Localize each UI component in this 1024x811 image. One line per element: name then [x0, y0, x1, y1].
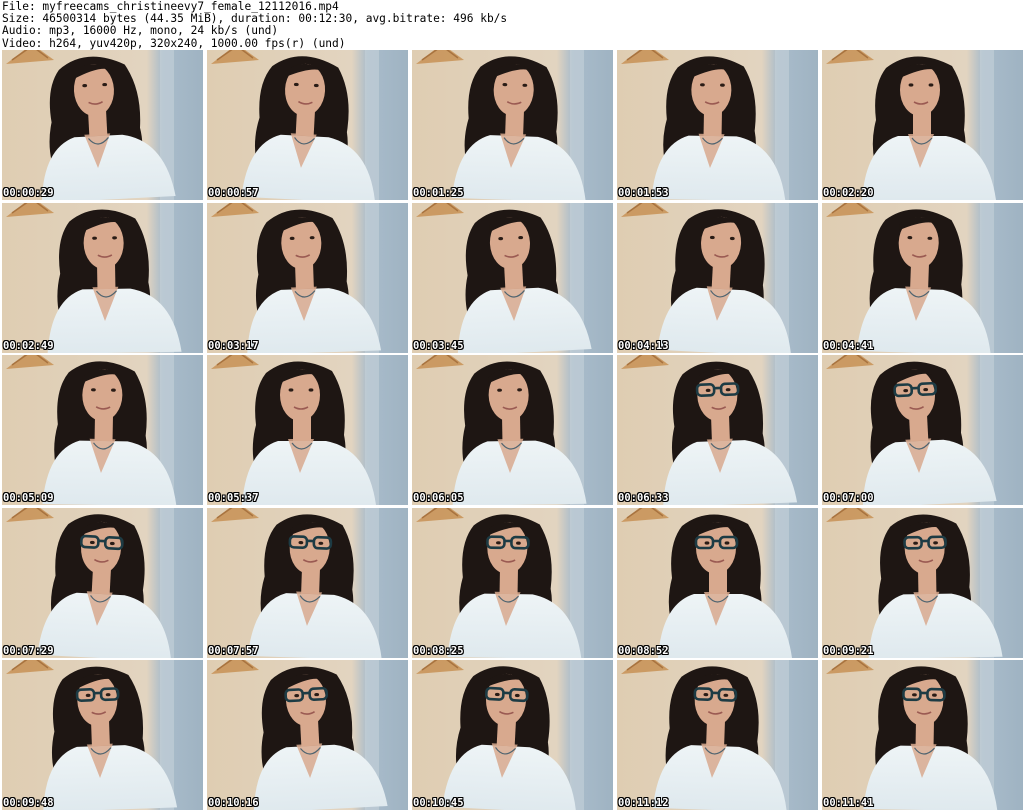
video-thumbnail: 00:09:48 — [2, 660, 203, 810]
video-frame-image — [2, 507, 203, 658]
video-thumbnail: 00:10:16 — [207, 660, 408, 810]
timestamp-label: 00:07:00 — [823, 492, 874, 504]
video-frame-image — [412, 50, 613, 200]
timestamp-label: 00:02:20 — [823, 187, 874, 199]
video-frame-image — [2, 50, 203, 200]
info-header: File: myfreecams_christineevy7_female_12… — [2, 0, 1022, 50]
video-thumbnail: 00:02:49 — [2, 202, 203, 353]
video-frame-image — [822, 355, 1023, 505]
video-thumbnail: 00:09:21 — [822, 507, 1023, 658]
timestamp-label: 00:05:09 — [3, 492, 54, 504]
timestamp-label: 00:00:57 — [208, 187, 259, 199]
video-frame-image — [822, 660, 1023, 810]
timestamp-label: 00:10:45 — [413, 797, 464, 809]
video-frame-image — [617, 660, 818, 810]
timestamp-label: 00:03:45 — [413, 339, 464, 352]
video-thumbnail: 00:00:29 — [2, 50, 203, 200]
thumbnail-grid: 00:00:29 00:00:57 00:01:25 00:01:53 00:0… — [2, 50, 1023, 810]
timestamp-label: 00:06:05 — [413, 492, 464, 504]
video-frame-image — [822, 50, 1023, 200]
timestamp-label: 00:11:12 — [618, 797, 669, 809]
video-frame-image — [617, 50, 818, 200]
video-thumbnail: 00:05:09 — [2, 355, 203, 505]
video-frame-image — [412, 507, 613, 658]
video-frame-image — [822, 507, 1023, 658]
video-frame-image — [207, 355, 408, 505]
video-frame-image — [2, 355, 203, 505]
video-frame-image — [2, 202, 203, 353]
video-thumbnail: 00:07:00 — [822, 355, 1023, 505]
video-thumbnail: 00:05:37 — [207, 355, 408, 505]
video-thumbnail: 00:02:20 — [822, 50, 1023, 200]
video-thumbnail: 00:08:52 — [617, 507, 818, 658]
timestamp-label: 00:09:48 — [3, 797, 54, 809]
video-frame-image — [207, 202, 408, 353]
video-info-line: Video: h264, yuv420p, 320x240, 1000.00 f… — [2, 36, 346, 50]
timestamp-label: 00:00:29 — [3, 187, 54, 199]
video-frame-image — [2, 660, 203, 810]
timestamp-label: 00:05:37 — [208, 492, 259, 504]
video-frame-image — [412, 355, 613, 505]
video-thumbnail: 00:11:41 — [822, 660, 1023, 810]
timestamp-label: 00:07:57 — [208, 644, 259, 657]
video-frame-image — [412, 202, 613, 353]
video-frame-image — [207, 507, 408, 658]
video-frame-image — [412, 660, 613, 810]
timestamp-label: 00:04:13 — [618, 339, 669, 352]
timestamp-label: 00:03:17 — [208, 339, 259, 352]
video-thumbnail: 00:07:57 — [207, 507, 408, 658]
video-frame-image — [617, 202, 818, 353]
video-thumbnail: 00:01:25 — [412, 50, 613, 200]
video-frame-image — [207, 50, 408, 200]
video-thumbnail: 00:07:29 — [2, 507, 203, 658]
video-thumbnail: 00:03:17 — [207, 202, 408, 353]
video-thumbnail: 00:06:05 — [412, 355, 613, 505]
timestamp-label: 00:08:25 — [413, 644, 464, 657]
video-thumbnail: 00:04:41 — [822, 202, 1023, 353]
video-thumbnail: 00:10:45 — [412, 660, 613, 810]
video-frame-image — [207, 660, 408, 810]
timestamp-label: 00:02:49 — [3, 339, 54, 352]
timestamp-label: 00:04:41 — [823, 339, 874, 352]
video-thumbnail: 00:01:53 — [617, 50, 818, 200]
video-frame-image — [617, 507, 818, 658]
video-thumbnail: 00:11:12 — [617, 660, 818, 810]
timestamp-label: 00:10:16 — [208, 797, 259, 809]
video-thumbnail: 00:03:45 — [412, 202, 613, 353]
timestamp-label: 00:09:21 — [823, 644, 874, 657]
video-frame-image — [822, 202, 1023, 353]
video-thumbnail: 00:04:13 — [617, 202, 818, 353]
audio-info-line: Audio: mp3, 16000 Hz, mono, 24 kb/s (und… — [2, 24, 279, 38]
video-thumbnail: 00:08:25 — [412, 507, 613, 658]
timestamp-label: 00:08:52 — [618, 644, 669, 657]
video-thumbnail: 00:00:57 — [207, 50, 408, 200]
timestamp-label: 00:01:53 — [618, 187, 669, 199]
timestamp-label: 00:07:29 — [3, 644, 54, 657]
timestamp-label: 00:06:33 — [618, 492, 669, 504]
timestamp-label: 00:01:25 — [413, 187, 464, 199]
video-frame-image — [617, 355, 818, 505]
timestamp-label: 00:11:41 — [823, 797, 874, 809]
video-thumbnail: 00:06:33 — [617, 355, 818, 505]
